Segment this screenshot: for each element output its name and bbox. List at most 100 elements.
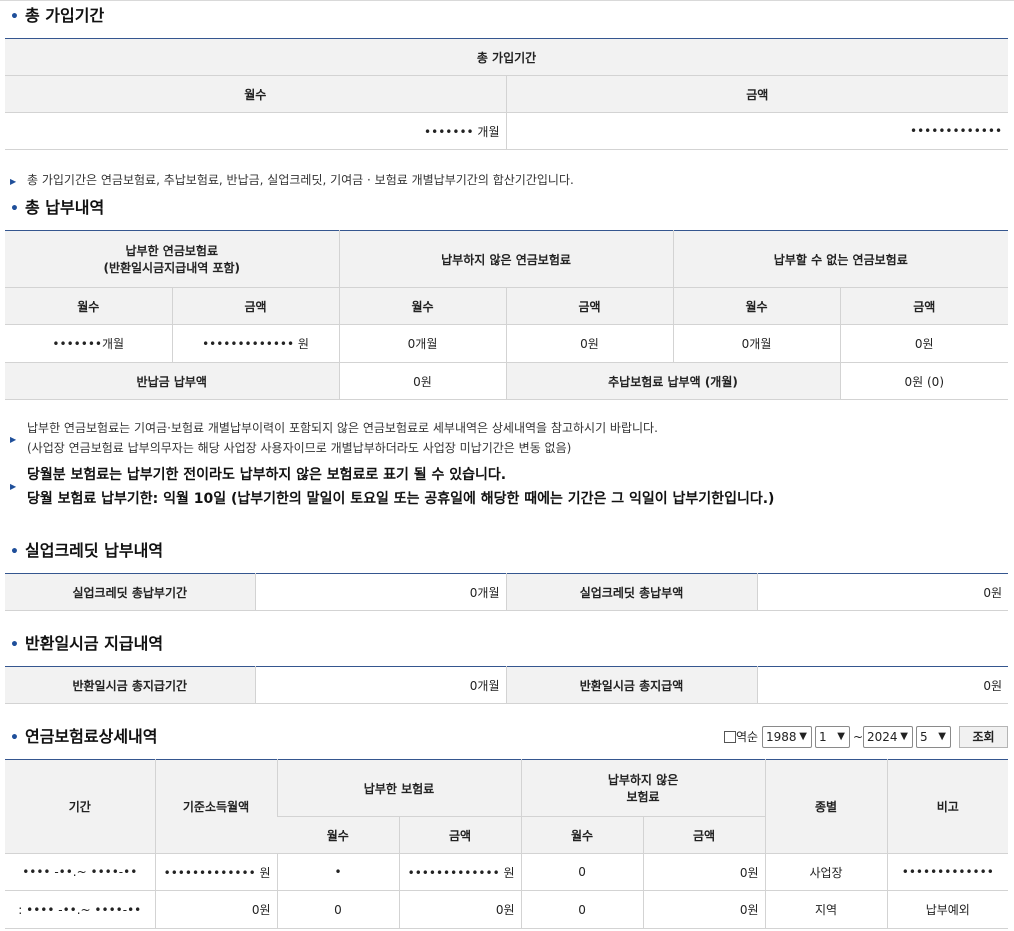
refund-payment-label: 반납금 납부액 — [5, 362, 339, 400]
group-header-paid: 납부한 연금보험료 (반환일시금지급내역 포함) — [5, 230, 339, 288]
column-header-amount: 금액 — [171, 287, 339, 325]
unpaid-months-value: 0개월 — [338, 324, 506, 363]
group-header-unpaid: 납부하지 않은 연금보험료 — [338, 230, 674, 288]
section-title-text: 총 가입기간 — [25, 6, 105, 25]
from-month-select[interactable]: 1 ▼ — [815, 726, 850, 748]
column-header-amount: 금액 — [839, 287, 1009, 325]
top-divider — [0, 0, 1014, 1]
total-period-table: 총 가입기간 월수 금액 ••••••• 개월 ••••••••••••• — [5, 38, 1009, 150]
detail-table: 기간 기준소득월액 납부한 보험료 납부하지 않은 보험료 종별 비고 월수 금… — [5, 759, 1009, 929]
bullet-icon: • — [10, 730, 19, 746]
triangle-right-icon: ▶ — [10, 177, 17, 186]
to-month-select[interactable]: 5 ▼ — [916, 726, 951, 748]
section-title-text: 연금보험료상세내역 — [25, 727, 158, 746]
table-row: •••• -••.~ ••••-•• ••••••••••••• 원 • •••… — [5, 853, 1009, 891]
group-header-cannot-pay: 납부할 수 없는 연금보험료 — [672, 230, 1009, 288]
column-header-remark: 비고 — [886, 759, 1009, 854]
column-header-type: 종별 — [764, 759, 888, 854]
row-base-income: ••••••••••••• 원 — [154, 853, 277, 891]
column-header-months: 월수 — [5, 75, 506, 113]
section-title-text: 실업크레딧 납부내역 — [25, 541, 164, 560]
bullet-icon: • — [10, 544, 19, 560]
payment-note: ▶ 납부한 연금보험료는 기여금·보험료 개별납부이력이 포함되지 않은 연금보… — [10, 418, 658, 458]
cannot-pay-amount-value: 0원 — [839, 324, 1009, 363]
row-base-income: 0원 — [154, 890, 277, 929]
section-title-detail: • 연금보험료상세내역 — [10, 727, 157, 747]
group-header-unpaid-line1: 납부하지 않은 — [607, 773, 679, 787]
row-unpaid-months: 0 — [520, 890, 644, 929]
row-paid-months: 0 — [276, 890, 399, 929]
column-header-months: 월수 — [277, 816, 399, 854]
group-header-paid: 납부한 보험료 — [276, 759, 522, 817]
row-period: : •••• -••.~ ••••-•• — [5, 890, 155, 929]
group-header-unpaid-line2: 보험료 — [626, 790, 660, 804]
paid-months-value: •••••••개월 — [5, 324, 172, 363]
column-header-amount: 금액 — [398, 816, 522, 854]
refund-payment-value: 0원 — [338, 362, 506, 400]
column-header-months: 월수 — [520, 816, 644, 854]
section-title-text: 총 납부내역 — [25, 198, 105, 217]
refund-amount-label: 반환일시금 총지급액 — [505, 666, 757, 704]
unemployment-period-value: 0개월 — [254, 573, 506, 611]
to-year-select[interactable]: 2024 ▼ — [863, 726, 913, 748]
due-date-notice-line2: 당월 보험료 납부기한: 익월 10일 (납부기한의 말일이 토요일 또는 공휴… — [27, 491, 775, 507]
row-type: 지역 — [764, 890, 888, 929]
note-text: 총 가입기간은 연금보험료, 추납보험료, 반납금, 실업크레딧, 기여금 · … — [27, 173, 574, 187]
to-month-value: 5 — [920, 730, 928, 744]
row-unpaid-amount: 0원 — [642, 853, 766, 891]
column-header-amount: 금액 — [505, 287, 674, 325]
bullet-icon: • — [10, 201, 19, 217]
row-remark: 납부예외 — [886, 890, 1009, 929]
row-type: 사업장 — [764, 853, 888, 891]
group-header-paid-line2: (반환일시금지급내역 포함) — [103, 261, 241, 275]
from-month-value: 1 — [819, 730, 827, 744]
section-title-payment-history: • 총 납부내역 — [10, 198, 104, 218]
payment-history-table: 납부한 연금보험료 (반환일시금지급내역 포함) 납부하지 않은 연금보험료 납… — [5, 230, 1009, 400]
section-title-text: 반환일시금 지급내역 — [25, 634, 164, 653]
row-period: •••• -••.~ ••••-•• — [5, 853, 155, 891]
reverse-order-label: 역순 — [736, 730, 759, 744]
row-paid-months: • — [276, 853, 399, 891]
search-button[interactable]: 조회 — [959, 726, 1008, 748]
row-unpaid-months: 0 — [520, 853, 644, 891]
section-title-unemployment-credit: • 실업크레딧 납부내역 — [10, 541, 163, 561]
row-paid-amount: ••••••••••••• 원 — [398, 853, 522, 891]
row-paid-amount: 0원 — [398, 890, 522, 929]
unemployment-credit-table: 실업크레딧 총납부기간 0개월 실업크레딧 총납부액 0원 — [5, 573, 1008, 611]
column-header-months: 월수 — [338, 287, 506, 325]
unpaid-amount-value: 0원 — [505, 324, 674, 363]
paid-amount-value: ••••••••••••• 원 — [171, 324, 339, 363]
from-year-select[interactable]: 1988 ▼ — [762, 726, 812, 748]
total-amount-value: ••••••••••••• — [505, 112, 1009, 150]
section-title-total-period: • 총 가입기간 — [10, 6, 104, 26]
chevron-down-icon: ▼ — [900, 731, 908, 742]
group-header-paid-line1: 납부한 연금보험료 — [125, 244, 219, 258]
chevron-down-icon: ▼ — [837, 731, 845, 742]
triangle-right-icon: ▶ — [10, 482, 17, 491]
reverse-order-checkbox[interactable] — [724, 731, 736, 743]
table-header: 총 가입기간 — [5, 38, 1009, 76]
unemployment-amount-value: 0원 — [756, 573, 1008, 611]
triangle-right-icon: ▶ — [10, 435, 17, 444]
due-date-notice-line1: 당월분 보험료는 납부기한 전이라도 납부하지 않은 보험료로 표기 될 수 있… — [27, 467, 507, 483]
column-header-period: 기간 — [5, 759, 155, 854]
chevron-down-icon: ▼ — [799, 731, 807, 742]
unemployment-amount-label: 실업크레딧 총납부액 — [505, 573, 757, 611]
column-header-base-income: 기준소득월액 — [154, 759, 277, 854]
group-header-unpaid: 납부하지 않은 보험료 — [520, 759, 766, 817]
bullet-icon: • — [10, 9, 19, 25]
column-header-months: 월수 — [672, 287, 841, 325]
row-unpaid-amount: 0원 — [642, 890, 766, 929]
column-header-amount: 금액 — [505, 75, 1009, 113]
refund-table: 반환일시금 총지급기간 0개월 반환일시금 총지급액 0원 — [5, 666, 1008, 704]
bullet-icon: • — [10, 637, 19, 653]
total-period-note: ▶ 총 가입기간은 연금보험료, 추납보험료, 반납금, 실업크레딧, 기여금 ·… — [10, 170, 574, 192]
column-header-months: 월수 — [5, 287, 172, 325]
row-remark: ••••••••••••• — [886, 853, 1009, 891]
from-year-value: 1988 — [766, 730, 797, 744]
section-title-refund: • 반환일시금 지급내역 — [10, 634, 163, 654]
cannot-pay-months-value: 0개월 — [672, 324, 841, 363]
unemployment-period-label: 실업크레딧 총납부기간 — [5, 573, 255, 611]
range-tilde: ~ — [853, 730, 864, 744]
table-row: : •••• -••.~ ••••-•• 0원 0 0원 0 0원 지역 납부예… — [5, 890, 1009, 929]
